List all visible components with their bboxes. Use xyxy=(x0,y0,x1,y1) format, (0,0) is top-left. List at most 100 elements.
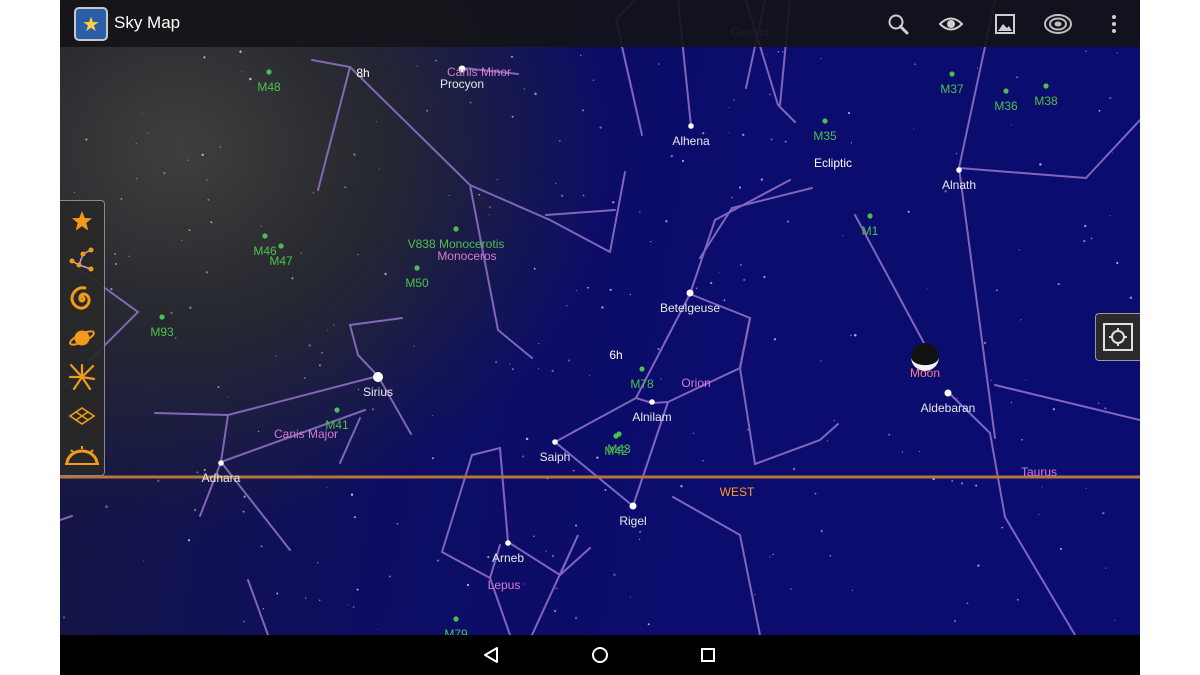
background-star xyxy=(487,556,490,559)
constellation-label[interactable]: Taurus xyxy=(1021,465,1057,479)
background-star xyxy=(344,186,347,189)
background-star xyxy=(575,289,577,292)
messier-label[interactable]: M93 xyxy=(150,325,173,339)
meteor-shower-layer-icon[interactable] xyxy=(64,359,100,395)
background-star xyxy=(566,304,568,307)
messier-dot[interactable] xyxy=(262,233,268,239)
gallery-icon[interactable] xyxy=(991,10,1019,38)
constellation-label[interactable]: Lepus xyxy=(488,578,521,592)
star-label-arneb[interactable]: Arneb xyxy=(492,551,524,565)
hour-marker-label[interactable]: 8h xyxy=(356,66,369,80)
messier-dot[interactable] xyxy=(334,407,340,413)
background-star xyxy=(545,550,547,552)
messier-dot[interactable] xyxy=(159,314,165,320)
background-star xyxy=(773,338,777,341)
grid-layer-icon[interactable] xyxy=(64,398,100,434)
messier-dot[interactable] xyxy=(867,213,873,219)
star-dot-alnath[interactable] xyxy=(956,167,962,173)
messier-dot[interactable] xyxy=(278,243,284,249)
messier-dot[interactable] xyxy=(1003,88,1009,94)
messier-dot[interactable] xyxy=(639,366,645,372)
background-star xyxy=(1109,215,1111,217)
stars-layer-icon[interactable] xyxy=(64,203,100,239)
messier-label[interactable]: M47 xyxy=(269,254,292,268)
recents-icon[interactable] xyxy=(696,643,720,667)
messier-label[interactable]: M35 xyxy=(813,129,836,143)
galaxy-icon[interactable] xyxy=(1044,10,1072,38)
star-dot-alnilam[interactable] xyxy=(649,399,655,405)
background-star xyxy=(589,374,591,376)
star-dot-arneb[interactable] xyxy=(505,540,511,546)
messier-label[interactable]: M50 xyxy=(405,276,428,290)
home-icon[interactable] xyxy=(588,643,612,667)
background-star xyxy=(743,278,746,282)
messier-label[interactable]: M78 xyxy=(630,377,653,391)
star-dot-rigel[interactable] xyxy=(629,502,637,510)
constellation-label[interactable]: Monoceros xyxy=(437,249,496,263)
background-star xyxy=(488,214,490,216)
background-star xyxy=(551,554,554,557)
sky-map-logo-icon: ★ xyxy=(74,7,108,41)
horizon-layer-icon[interactable] xyxy=(64,437,100,473)
messier-dot[interactable] xyxy=(453,226,459,232)
constellation-label[interactable]: Canis Major xyxy=(274,427,338,441)
messier-label[interactable]: M36 xyxy=(994,99,1017,113)
sky-map-view[interactable]: Procyon Alhena Alnath Betelgeuse Sirius Alnil… xyxy=(60,0,1140,635)
messier-dot[interactable] xyxy=(453,616,459,622)
star-label-alhena[interactable]: Alhena xyxy=(672,134,709,148)
background-star xyxy=(1112,152,1114,154)
constellation-label[interactable]: Canis Minor xyxy=(447,65,511,79)
star-label-saiph[interactable]: Saiph xyxy=(540,450,571,464)
star-label-rigel[interactable]: Rigel xyxy=(619,514,646,528)
ecliptic-label[interactable]: Ecliptic xyxy=(814,156,852,170)
star-label-sirius[interactable]: Sirius xyxy=(363,385,393,399)
messier-label[interactable]: M79 xyxy=(444,627,467,635)
messier-layer-icon[interactable] xyxy=(64,281,100,317)
search-icon[interactable] xyxy=(884,10,912,38)
star-dot-betelgeuse[interactable] xyxy=(686,289,694,297)
star-label-procyon[interactable]: Procyon xyxy=(440,77,484,91)
constellations-layer-icon[interactable] xyxy=(64,242,100,278)
messier-dot[interactable] xyxy=(266,69,272,75)
star-label-betelgeuse[interactable]: Betelgeuse xyxy=(660,301,720,315)
planets-layer-icon[interactable] xyxy=(64,320,100,356)
overflow-menu-icon[interactable] xyxy=(1100,10,1128,38)
manual-mode-icon[interactable] xyxy=(1095,313,1140,361)
background-star xyxy=(829,555,832,557)
messier-dot[interactable] xyxy=(616,431,622,437)
messier-dot[interactable] xyxy=(414,265,420,271)
hour-marker-label[interactable]: 6h xyxy=(609,348,622,362)
messier-dot[interactable] xyxy=(1043,83,1049,89)
constellation-label[interactable]: Orion xyxy=(681,376,710,390)
sky-canvas[interactable] xyxy=(60,0,1140,635)
star-dot-saiph[interactable] xyxy=(552,439,558,445)
background-star xyxy=(665,220,668,223)
moon-label[interactable]: Moon xyxy=(910,366,940,380)
messier-dot[interactable] xyxy=(949,71,955,77)
background-star xyxy=(596,456,599,459)
background-star xyxy=(966,602,969,605)
star-label-alnath[interactable]: Alnath xyxy=(942,178,976,192)
star-dot-alhena[interactable] xyxy=(688,123,694,129)
star-dot-adhara[interactable] xyxy=(218,460,224,466)
background-star xyxy=(242,510,245,513)
star-label-adhara[interactable]: Adhara xyxy=(202,471,241,485)
star-label-aldebaran[interactable]: Aldebaran xyxy=(921,401,976,415)
star-dot-sirius[interactable] xyxy=(373,372,383,382)
horizon-direction-label[interactable]: WEST xyxy=(720,485,755,499)
eye-icon[interactable] xyxy=(937,10,965,38)
star-dot-aldebaran[interactable] xyxy=(944,389,952,397)
messier-label[interactable]: M1 xyxy=(862,224,879,238)
messier-label[interactable]: M48 xyxy=(257,80,280,94)
messier-label[interactable]: M38 xyxy=(1034,94,1057,108)
messier-label[interactable]: M37 xyxy=(940,82,963,96)
back-icon[interactable] xyxy=(479,643,503,667)
constellation-lines xyxy=(60,0,1140,635)
background-star xyxy=(275,355,277,357)
star-label-alnilam[interactable]: Alnilam xyxy=(632,410,671,424)
messier-label[interactable]: M43 xyxy=(607,442,630,456)
messier-dot[interactable] xyxy=(822,118,828,124)
background-star xyxy=(820,529,824,533)
background-star xyxy=(357,388,360,391)
background-star xyxy=(318,364,321,367)
